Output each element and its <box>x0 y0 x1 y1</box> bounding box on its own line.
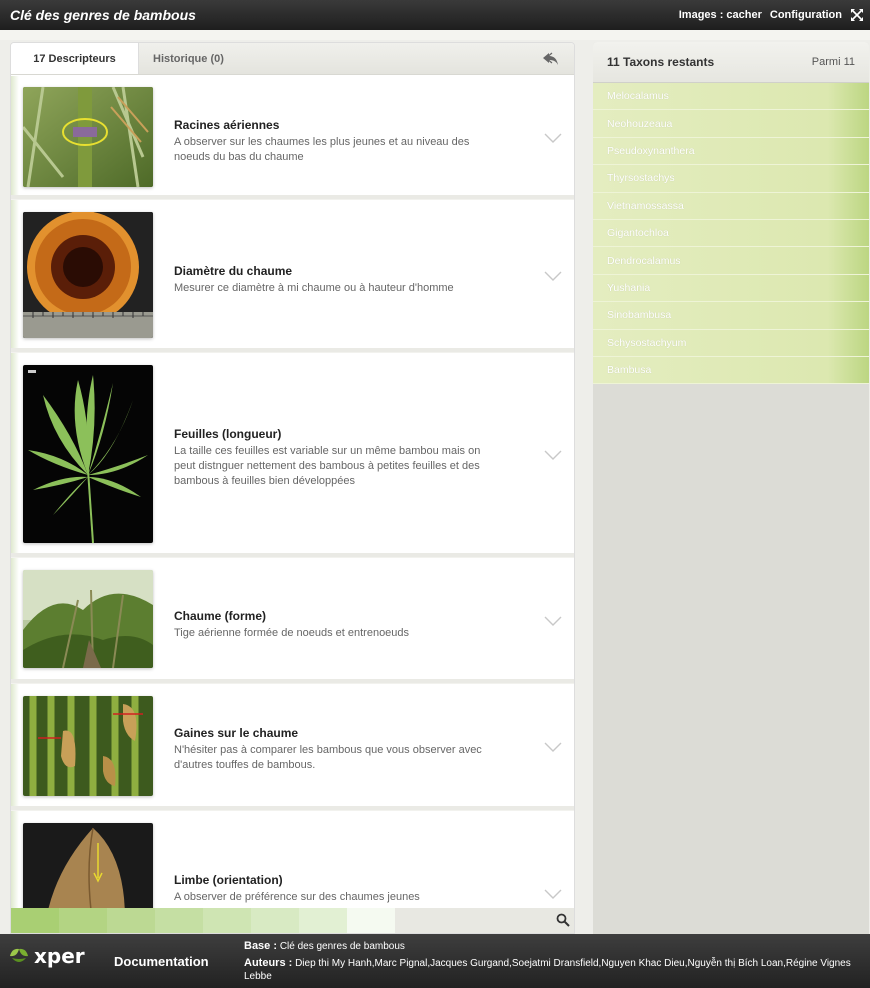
taxa-total: Parmi 11 <box>811 56 855 68</box>
taxon-item[interactable]: Bambusa <box>593 356 869 385</box>
search-icon[interactable] <box>556 913 570 927</box>
taxon-item[interactable]: Melocalamus <box>593 83 869 111</box>
base-value: Clé des genres de bambous <box>279 941 405 952</box>
taxon-item[interactable]: Yushania <box>593 274 869 303</box>
taxon-item[interactable]: Neohouzeaua <box>593 110 869 138</box>
logo-text: xper <box>34 944 85 968</box>
culm-shape-photo <box>23 570 153 668</box>
taxon-item[interactable]: Dendrocalamus <box>593 247 869 275</box>
colorbar-swatch <box>11 908 59 933</box>
leaves-photo <box>23 365 153 543</box>
images-toggle-button[interactable]: Images : cacher <box>679 9 762 21</box>
descriptor-item[interactable]: Feuilles (longueur) La taille ces feuill… <box>11 353 574 557</box>
taxa-panel-header: 11 Taxons restants Parmi 11 <box>593 42 869 83</box>
score-colorbar <box>11 908 574 933</box>
app-footer: xper Documentation Base : Clé des genres… <box>0 934 870 988</box>
descriptor-item[interactable]: Limbe (orientation) A observer de préfér… <box>11 811 574 909</box>
taxon-item[interactable]: Schysostachyum <box>593 329 869 357</box>
app-header: Clé des genres de bambous Images : cache… <box>0 0 870 30</box>
descriptor-list[interactable]: Racines aériennes A observer sur les cha… <box>11 76 574 909</box>
tab-historique[interactable]: Historique (0) <box>139 43 238 74</box>
colorbar-swatch <box>59 908 107 933</box>
authors-info: Auteurs : Diep thi My Hanh,Marc Pignal,J… <box>244 957 854 983</box>
descriptor-item[interactable]: Gaines sur le chaume N'hésiter pas à com… <box>11 684 574 810</box>
leaf-blade-photo <box>23 823 153 909</box>
undo-icon[interactable] <box>542 51 560 67</box>
descriptor-item[interactable]: Chaume (forme) Tige aérienne formée de n… <box>11 558 574 683</box>
culm-diameter-photo <box>23 212 153 338</box>
descriptor-description: La taille ces feuilles est variable sur … <box>174 445 481 487</box>
descriptor-description: A observer de préférence sur des chaumes… <box>174 891 420 903</box>
taxon-item[interactable]: Thyrsostachys <box>593 165 869 193</box>
descriptors-panel: 17 Descripteurs Historique (0) Racines a… <box>10 42 575 934</box>
panel-tabs: 17 Descripteurs Historique (0) <box>11 43 574 75</box>
descriptor-description: A observer sur les chaumes les plus jeun… <box>174 136 470 163</box>
taxon-item[interactable]: Gigantochloa <box>593 219 869 248</box>
descriptor-item[interactable]: Racines aériennes A observer sur les cha… <box>11 76 574 199</box>
chevron-down-icon[interactable] <box>544 270 562 282</box>
app-title: Clé des genres de bambous <box>10 7 196 23</box>
chevron-down-icon[interactable] <box>544 132 562 144</box>
colorbar-swatch <box>299 908 347 933</box>
taxa-panel: 11 Taxons restants Parmi 11 Melocalamus … <box>593 42 869 934</box>
descriptor-name: Feuilles (longueur) <box>174 427 282 441</box>
chevron-down-icon[interactable] <box>544 741 562 753</box>
chevron-down-icon[interactable] <box>544 888 562 900</box>
colorbar-swatch <box>107 908 155 933</box>
leaf-logo-icon <box>10 948 28 962</box>
aerial-roots-photo <box>23 87 153 187</box>
descriptor-description: Mesurer ce diamètre à mi chaume ou à hau… <box>174 282 454 294</box>
culm-sheaths-photo <box>23 696 153 796</box>
taxa-count-title: 11 Taxons restants <box>607 55 715 69</box>
fullscreen-icon[interactable] <box>850 8 864 22</box>
descriptor-name: Limbe (orientation) <box>174 873 283 887</box>
authors-label: Auteurs : <box>244 957 293 969</box>
descriptor-name: Chaume (forme) <box>174 609 267 623</box>
colorbar-swatch <box>347 908 395 933</box>
taxon-item[interactable]: Pseudoxynanthera <box>593 137 869 166</box>
descriptor-name: Racines aériennes <box>174 118 280 132</box>
descriptor-name: Gaines sur le chaume <box>174 726 299 740</box>
taxon-item[interactable]: Vietnamossassa <box>593 192 869 220</box>
xper-logo[interactable]: xper <box>8 944 85 968</box>
descriptor-name: Diamètre du chaume <box>174 264 293 278</box>
descriptor-item[interactable]: Diamètre du chaume Mesurer ce diamètre à… <box>11 200 574 352</box>
colorbar-swatch <box>251 908 299 933</box>
configuration-button[interactable]: Configuration <box>770 9 842 21</box>
descriptor-description: Tige aérienne formée de noeuds et entren… <box>174 627 410 639</box>
colorbar-swatch <box>203 908 251 933</box>
documentation-button[interactable]: Documentation <box>114 954 209 969</box>
base-label: Base : <box>244 940 278 952</box>
base-info: Base : Clé des genres de bambous <box>244 940 405 952</box>
authors-value: Diep thi My Hanh,Marc Pignal,Jacques Gur… <box>244 958 851 982</box>
taxa-list: Melocalamus Neohouzeaua Pseudoxynanthera… <box>593 83 869 385</box>
taxon-item[interactable]: Sinobambusa <box>593 302 869 330</box>
descriptor-description: N'hésiter pas à comparer les bambous que… <box>174 744 482 771</box>
chevron-down-icon[interactable] <box>544 449 562 461</box>
chevron-down-icon[interactable] <box>544 615 562 627</box>
header-shadow <box>0 30 870 40</box>
colorbar-swatch <box>155 908 203 933</box>
tab-descripteurs[interactable]: 17 Descripteurs <box>11 43 139 74</box>
